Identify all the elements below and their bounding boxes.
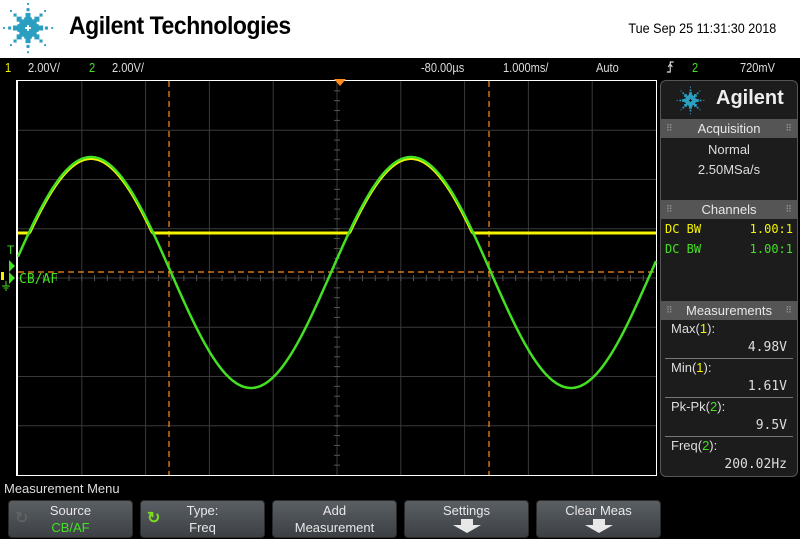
rotate-knob-icon: ↻ (15, 510, 29, 527)
source-softkey[interactable]: ↻ Source CB/AF (8, 500, 133, 538)
acquisition-mode: Normal (708, 142, 750, 157)
measurement-item[interactable]: Freq(2): 200.02Hz (665, 437, 793, 475)
measurement-value: 9.5V (755, 418, 787, 433)
logo-dot (696, 99, 699, 102)
source-label: CB/AF (19, 272, 58, 287)
measurement-value: 200.02Hz (724, 457, 787, 472)
measurement-value: 1.61V (747, 379, 787, 394)
channels-header[interactable]: Channels (661, 200, 797, 219)
measurement-item[interactable]: Max(1): 4.98V (665, 320, 793, 359)
trigger-level[interactable]: 720mV (740, 60, 775, 75)
acquisition-header[interactable]: Acquisition (661, 119, 797, 138)
measurement-name: Min( (671, 360, 697, 375)
trigger-position-marker[interactable] (334, 79, 346, 86)
softkey-label: Settings (443, 503, 490, 518)
logo-dot (676, 99, 678, 101)
measurement-name-close: ): (703, 360, 712, 375)
ch1-coupling: DC BW (665, 222, 702, 236)
logo-dot (699, 109, 701, 111)
logo-dot (696, 92, 699, 95)
measurements-list: Max(1): 4.98V Min(1): 1.61V Pk-Pk(2): 9.… (661, 320, 797, 475)
trigger-source[interactable]: 2 (692, 60, 698, 75)
sample-rate: 2.50MSa/s (697, 162, 761, 177)
logo-dot (680, 109, 682, 111)
logo-dot (682, 92, 685, 95)
logo-dot (693, 103, 697, 107)
logo-dot (682, 106, 685, 109)
channels-section: DC BW 1.00:1 DC BW 1.00:1 (661, 219, 797, 301)
logo-dot (682, 99, 685, 102)
ch1-ground-marker-icon[interactable] (1, 272, 4, 280)
measurement-name: Freq( (671, 438, 703, 453)
measurement-item[interactable]: Pk-Pk(2): 9.5V (665, 398, 793, 437)
logo-dot (679, 99, 682, 102)
logo-dot (699, 90, 701, 92)
side-brand-label: Agilent (716, 87, 784, 109)
softkey-label: Add (322, 503, 347, 518)
logo-dot (684, 94, 687, 97)
logo-dot (689, 109, 692, 112)
submenu-arrow-icon (584, 519, 613, 533)
agilent-logo-icon (676, 86, 705, 115)
measurement-name: Pk-Pk( (671, 399, 710, 414)
measurement-name-close: ): (707, 321, 716, 336)
submenu-arrow-icon (452, 519, 481, 533)
channel-row: DC BW 1.00:1 (661, 219, 797, 239)
settings-softkey[interactable]: Settings (404, 500, 529, 538)
side-brand: Agilent (661, 81, 797, 119)
logo-dot (693, 94, 697, 97)
measurement-name-close: ): (717, 399, 726, 414)
ch2-probe: 1.00:1 (749, 242, 793, 256)
logo-dot (680, 90, 682, 92)
measurement-name: Max( (671, 321, 700, 336)
ch1-probe: 1.00:1 (749, 222, 793, 236)
measurement-channel: 1 (696, 360, 704, 375)
logo-dot (699, 99, 702, 102)
waveform-canvas: T CB/AF (1, 79, 658, 475)
rotate-knob-icon: ↻ (147, 510, 161, 527)
softkey-label-line2: Measurement (294, 520, 375, 535)
logo-dot (689, 89, 692, 92)
type-softkey[interactable]: ↻ Type: Freq (140, 500, 265, 538)
measurement-value: 4.98V (747, 340, 787, 355)
measurement-name-close: ): (709, 438, 718, 453)
ch2-coupling: DC BW (665, 242, 702, 256)
measurements-header[interactable]: Measurements (661, 301, 797, 320)
channel-row: DC BW 1.00:1 (661, 239, 797, 259)
logo-dot (689, 113, 691, 115)
ground-icon (2, 281, 10, 291)
logo-dot (696, 106, 699, 109)
logo-dot (689, 86, 691, 88)
measurement-item[interactable]: Min(1): 1.61V (665, 359, 793, 398)
logo-dot (689, 92, 692, 95)
menu-title: Measurement Menu (4, 481, 120, 496)
clear-meas-softkey[interactable]: Clear Meas (536, 500, 661, 538)
rising-edge-icon (666, 60, 675, 77)
info-side-panel: Agilent Acquisition Normal 2.50MSa/s Cha… (660, 80, 798, 477)
ch2-ground-marker-icon[interactable] (9, 272, 15, 284)
logo-dot (689, 106, 692, 109)
softkey-label: Clear Meas (565, 503, 632, 518)
acquisition-section: Normal 2.50MSa/s (661, 138, 797, 200)
trigger-level-label: T (7, 243, 15, 257)
add-measurement-softkey[interactable]: Add Measurement (272, 500, 397, 538)
logo-dot (684, 103, 687, 107)
trigger-level-marker-icon[interactable] (9, 260, 15, 272)
logo-dot (703, 99, 705, 101)
